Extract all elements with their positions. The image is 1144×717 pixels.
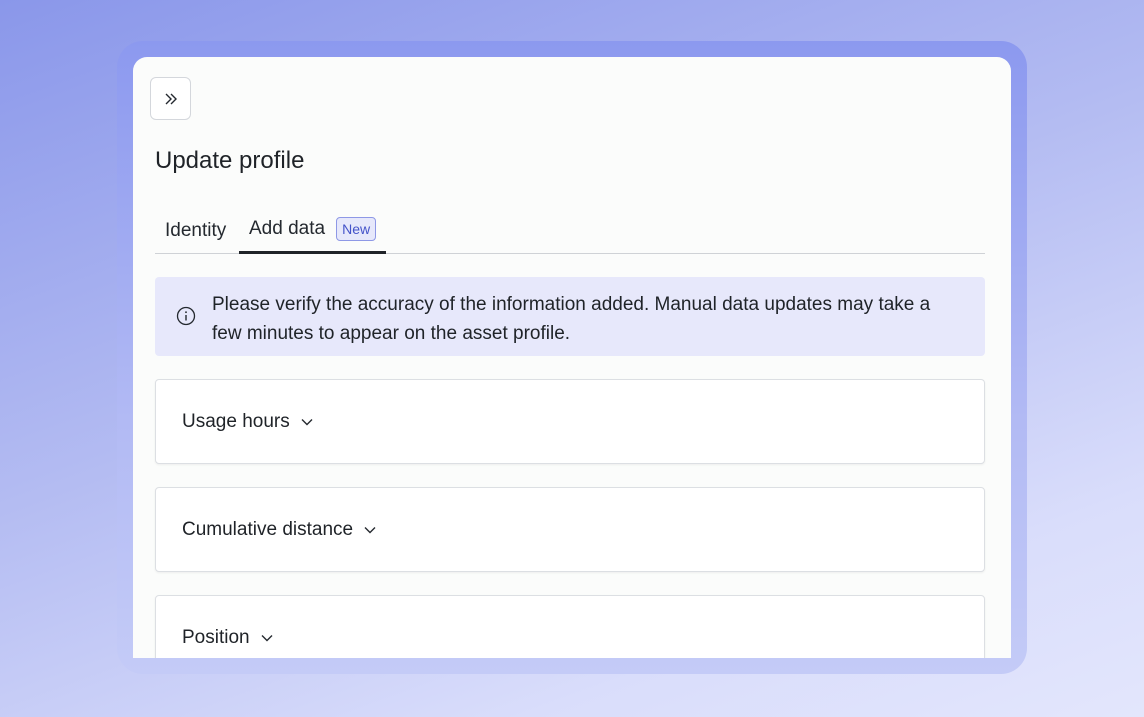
tab-identity[interactable]: Identity <box>155 207 236 254</box>
info-icon <box>176 306 196 326</box>
tab-identity-label: Identity <box>165 219 227 241</box>
chevron-down-icon <box>260 631 274 645</box>
notice-text: Please verify the accuracy of the inform… <box>212 290 972 348</box>
section-usage-hours[interactable]: Usage hours <box>155 379 985 464</box>
tab-add-data-label: Add data <box>249 218 326 239</box>
chevron-down-icon <box>300 415 314 429</box>
notice-text-line-1: Please verify the accuracy of the inform… <box>212 294 931 315</box>
expand-panel-button[interactable] <box>150 77 191 120</box>
page-title: Update profile <box>155 147 305 174</box>
section-cumulative-distance-label: Cumulative distance <box>182 519 354 540</box>
new-badge: New <box>336 217 377 241</box>
tab-add-data[interactable]: Add data New <box>239 207 387 254</box>
tab-bar: Identity Add data New <box>155 207 985 254</box>
chevron-down-icon <box>363 523 377 537</box>
info-notice: Please verify the accuracy of the inform… <box>155 277 985 356</box>
double-chevron-right-icon <box>165 93 177 104</box>
update-profile-panel: Update profile Identity Add data New Ple… <box>133 57 1011 658</box>
section-usage-hours-label: Usage hours <box>182 411 290 432</box>
section-position[interactable]: Position <box>155 595 985 658</box>
section-cumulative-distance[interactable]: Cumulative distance <box>155 487 985 572</box>
notice-text-line-2: few minutes to appear on the asset profi… <box>212 323 571 344</box>
section-position-label: Position <box>182 627 250 648</box>
